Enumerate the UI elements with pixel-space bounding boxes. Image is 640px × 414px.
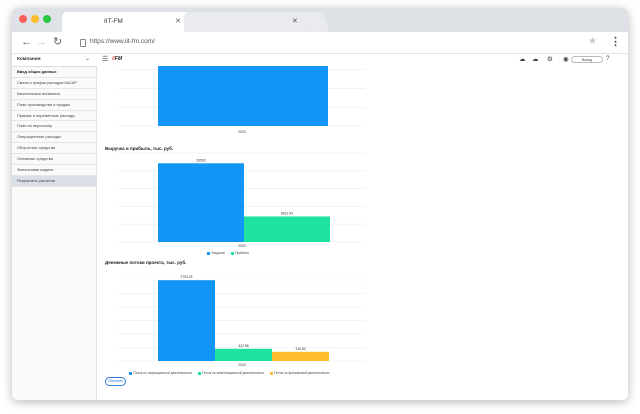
- legend-item[interactable]: Поток по операционной деятельности: [129, 371, 192, 375]
- legend-swatch: [230, 251, 234, 255]
- address-toolbar: ← → ↻ https://www.iit-fm.com/ ★ ⋮: [12, 32, 628, 54]
- reload-icon[interactable]: ↻: [53, 36, 62, 48]
- charts-canvas: 2020 26530 8612.93 2020 2793.25 422.98 316.84 2…: [119, 66, 365, 367]
- sidebar-item[interactable]: Оборотные средства: [12, 143, 97, 155]
- x-tick-label: 2020: [238, 244, 246, 248]
- tab-strip: IIT-FM ✕ ✕: [12, 8, 628, 32]
- legend-label: Выручка: [211, 251, 225, 255]
- legend-label: Поток по финансовой деятельности: [274, 371, 330, 375]
- legend-swatch: [197, 371, 201, 375]
- tab-close-icon[interactable]: ✕: [175, 17, 181, 25]
- sidebar-item[interactable]: План по персоналу: [12, 121, 97, 133]
- main-content: ☰ //FM ☁ ☁ ⚙ ◉ Выход ? Выручка и прибыль…: [97, 54, 628, 400]
- data-label: 316.84: [295, 347, 305, 351]
- tab-blank[interactable]: ✕: [184, 12, 306, 32]
- star-icon[interactable]: ★: [588, 36, 597, 47]
- data-label: 422.98: [238, 344, 248, 348]
- sidebar-list: Ввод общих данных Смета и график расходов…: [12, 67, 97, 187]
- legend-cashflow: Поток по операционной деятельности Поток …: [129, 371, 329, 375]
- tab-close-icon[interactable]: ✕: [292, 17, 298, 25]
- legend-item[interactable]: Поток по инвестиционной деятельности: [197, 371, 264, 375]
- tab-title: IIT-FM: [104, 18, 123, 25]
- data-label: 26530: [196, 158, 205, 162]
- legend-item[interactable]: Прибыль: [230, 251, 250, 255]
- legend-swatch: [129, 371, 132, 375]
- legend-revenue: Выручка Прибыль: [207, 251, 249, 255]
- sidebar: Компания ⌄ Ввод общих данных Смета и граф…: [12, 54, 97, 400]
- legend-swatch: [269, 371, 273, 375]
- legend-item[interactable]: Поток по финансовой деятельности: [269, 371, 330, 375]
- minimize-window-button[interactable]: [31, 15, 39, 23]
- forward-icon[interactable]: →: [36, 36, 47, 48]
- sidebar-item[interactable]: Основные средства: [12, 154, 97, 166]
- data-label: 8612.93: [281, 211, 293, 215]
- maximize-window-button[interactable]: [43, 15, 51, 23]
- menu-icon[interactable]: ⋮: [610, 35, 621, 48]
- legend-label: Поток по инвестиционной деятельности: [202, 371, 264, 375]
- legend-item[interactable]: Выручка: [207, 251, 225, 255]
- sidebar-item[interactable]: Ввод общих данных: [12, 67, 97, 78]
- x-tick-label: 2020: [238, 130, 246, 134]
- company-label: Компания: [17, 57, 41, 62]
- close-window-button[interactable]: [19, 15, 27, 23]
- sidebar-item[interactable]: Прямые и переменные расходы: [12, 111, 97, 122]
- sidebar-item[interactable]: Смета и график расходов КиСАР: [12, 78, 97, 89]
- x-tick-label: 2020: [238, 363, 246, 367]
- chevron-down-icon: ⌄: [85, 56, 91, 62]
- address-bar[interactable]: https://www.iit-fm.com/: [90, 38, 155, 45]
- tab-iit-fm[interactable]: IIT-FM ✕: [62, 12, 190, 32]
- chart-bar: [215, 348, 272, 361]
- chart-bar: [244, 216, 330, 242]
- update-button[interactable]: Обновить: [105, 377, 126, 386]
- sidebar-item[interactable]: Операционные расходы: [12, 132, 97, 144]
- legend-swatch: [207, 251, 210, 255]
- browser-window: IIT-FM ✕ ✕ ← → ↻ https://www.iit-fm.com/…: [12, 8, 628, 400]
- sidebar-item[interactable]: План производства и продаж: [12, 100, 97, 111]
- legend-label: Поток по операционной деятельности: [133, 371, 192, 375]
- chart-bar: [158, 280, 215, 361]
- data-label: 2793.25: [181, 275, 193, 279]
- company-select[interactable]: Компания ⌄: [12, 54, 97, 67]
- chart-bar: [272, 351, 329, 361]
- app: Компания ⌄ Ввод общих данных Смета и граф…: [12, 54, 628, 400]
- back-icon[interactable]: ←: [21, 36, 32, 48]
- sidebar-item[interactable]: Финансовая модель: [12, 165, 97, 176]
- sidebar-item[interactable]: Результаты расчетов: [12, 175, 97, 187]
- chart-bar: [158, 163, 244, 242]
- page-icon: [80, 39, 86, 47]
- chart-bar: [158, 66, 328, 126]
- sidebar-item[interactable]: Капитальные вложения: [12, 89, 97, 100]
- legend-label: Прибыль: [235, 251, 250, 255]
